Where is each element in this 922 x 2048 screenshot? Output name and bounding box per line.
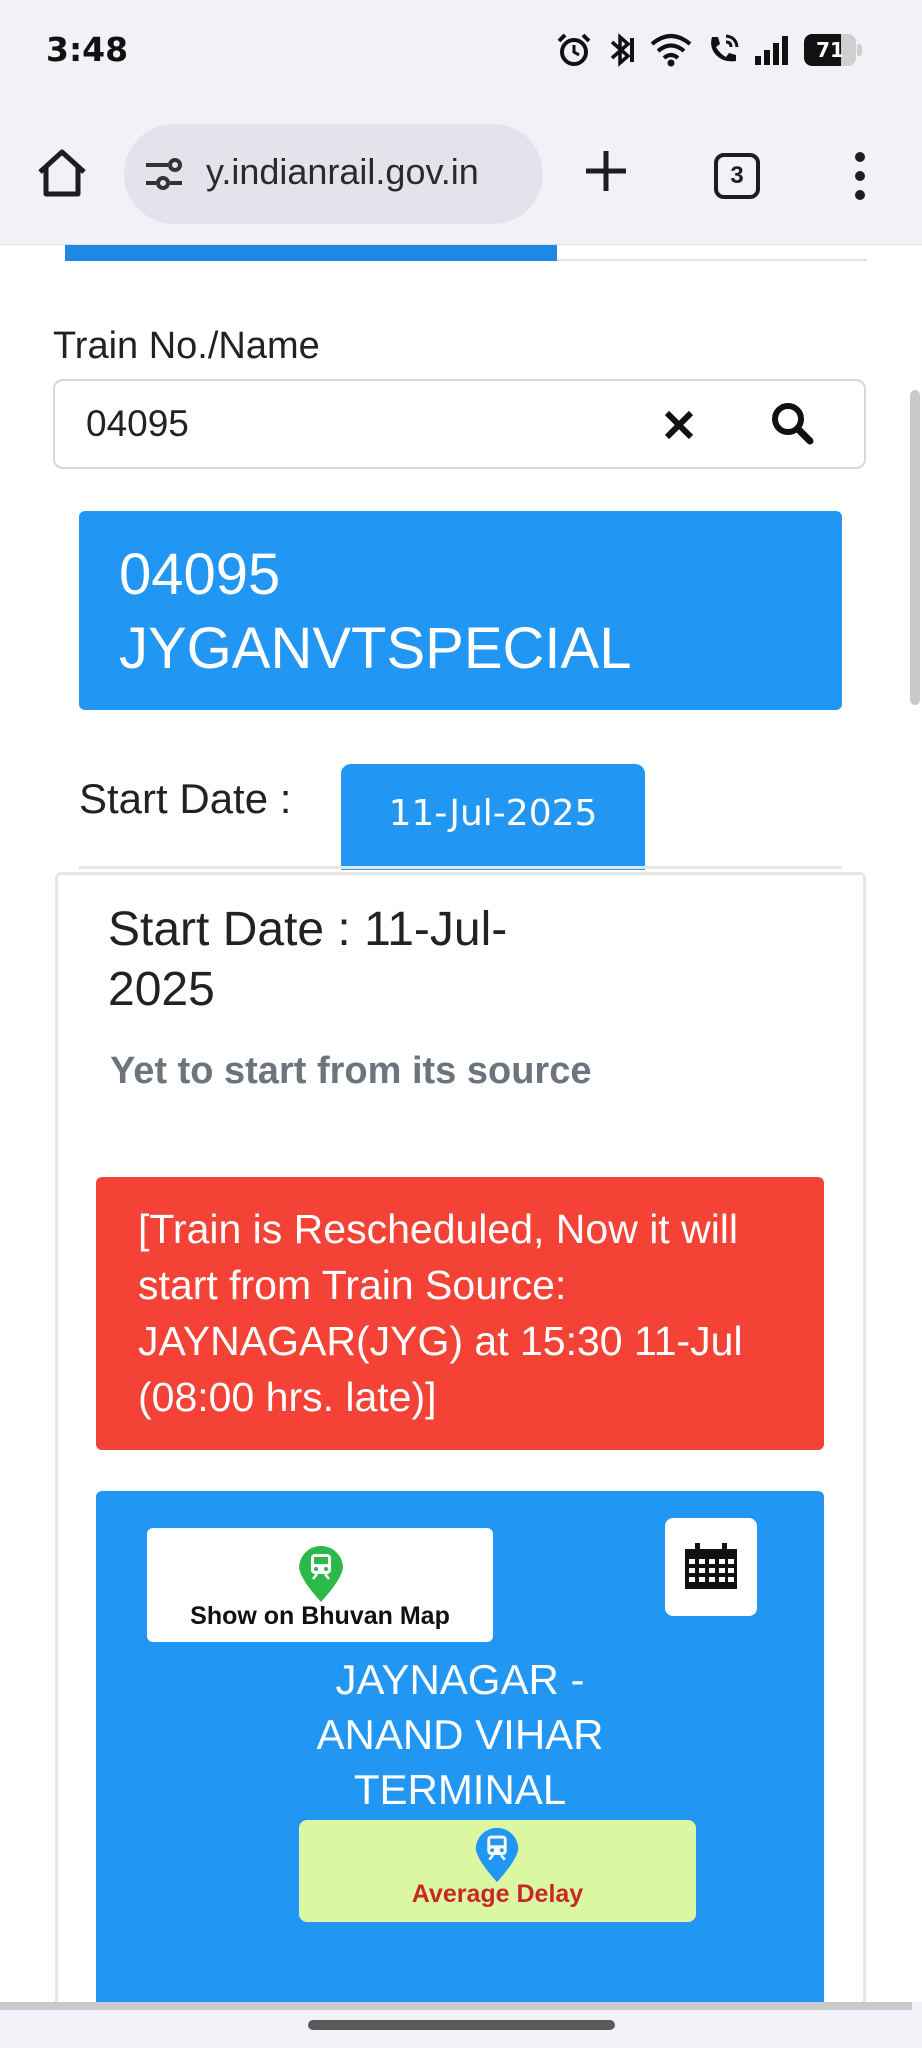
reschedule-alert-text: [Train is Rescheduled, Now it will start… [138, 1206, 743, 1420]
site-settings-icon[interactable] [142, 156, 186, 192]
horizontal-scrollbar[interactable] [0, 2002, 912, 2010]
vertical-scrollbar[interactable] [910, 390, 920, 705]
tab-divider [557, 259, 867, 261]
wifi-calling-icon [711, 34, 739, 62]
home-gesture-bar[interactable] [308, 2020, 615, 2030]
start-date-label: Start Date : [79, 775, 292, 822]
train-search-value[interactable]: 04095 [86, 403, 189, 445]
average-delay-label: Average Delay [411, 1880, 584, 1908]
train-pin-icon [475, 1827, 519, 1883]
wifi-icon [650, 34, 692, 67]
active-tab-indicator [65, 245, 557, 261]
train-name: JYGANVTSPECIAL [119, 616, 632, 681]
train-pin-icon [299, 1546, 343, 1602]
search-icon[interactable] [768, 399, 816, 447]
card-title: Start Date : 11-Jul-2025 [108, 903, 508, 1016]
signal-icon [755, 36, 788, 65]
new-tab-icon[interactable] [583, 148, 629, 194]
running-status: Yet to start from its source [110, 1050, 592, 1092]
battery-icon: 71 [804, 34, 862, 66]
route-name: JAYNAGAR - ANAND VIHAR TERMINAL [316, 1656, 604, 1813]
clock: 3:48 [46, 30, 129, 69]
show-on-map-label: Show on Bhuvan Map [190, 1602, 450, 1630]
bluetooth-icon [610, 33, 634, 67]
battery-percent: 71 [816, 38, 844, 62]
calendar-button[interactable] [665, 1518, 757, 1616]
calendar-icon [685, 1543, 737, 1589]
status-bar: 3:48 71 [0, 0, 922, 105]
start-date-tab[interactable]: 11-Jul-2025 [341, 764, 645, 870]
tab-count: 3 [730, 162, 744, 189]
home-icon[interactable] [34, 145, 90, 201]
status-icons: 71 [556, 30, 862, 70]
date-tab-divider [79, 866, 842, 869]
clear-icon[interactable] [657, 403, 701, 447]
train-search-input[interactable]: 04095 [53, 379, 866, 469]
url-text[interactable]: y.indianrail.gov.in [206, 151, 536, 193]
menu-icon[interactable] [850, 151, 870, 201]
reschedule-alert: [Train is Rescheduled, Now it will start… [96, 1177, 824, 1450]
train-banner: 04095 JYGANVTSPECIAL [79, 511, 842, 710]
average-delay-button[interactable]: Average Delay [299, 1820, 696, 1922]
alarm-icon [557, 33, 591, 66]
tab-switcher-icon[interactable]: 3 [714, 153, 760, 199]
train-number: 04095 [119, 542, 281, 607]
show-on-map-button[interactable]: Show on Bhuvan Map [147, 1528, 493, 1642]
browser-toolbar: y.indianrail.gov.in 3 [0, 105, 922, 245]
train-search-label: Train No./Name [53, 325, 320, 367]
address-bar[interactable]: y.indianrail.gov.in [124, 124, 543, 224]
